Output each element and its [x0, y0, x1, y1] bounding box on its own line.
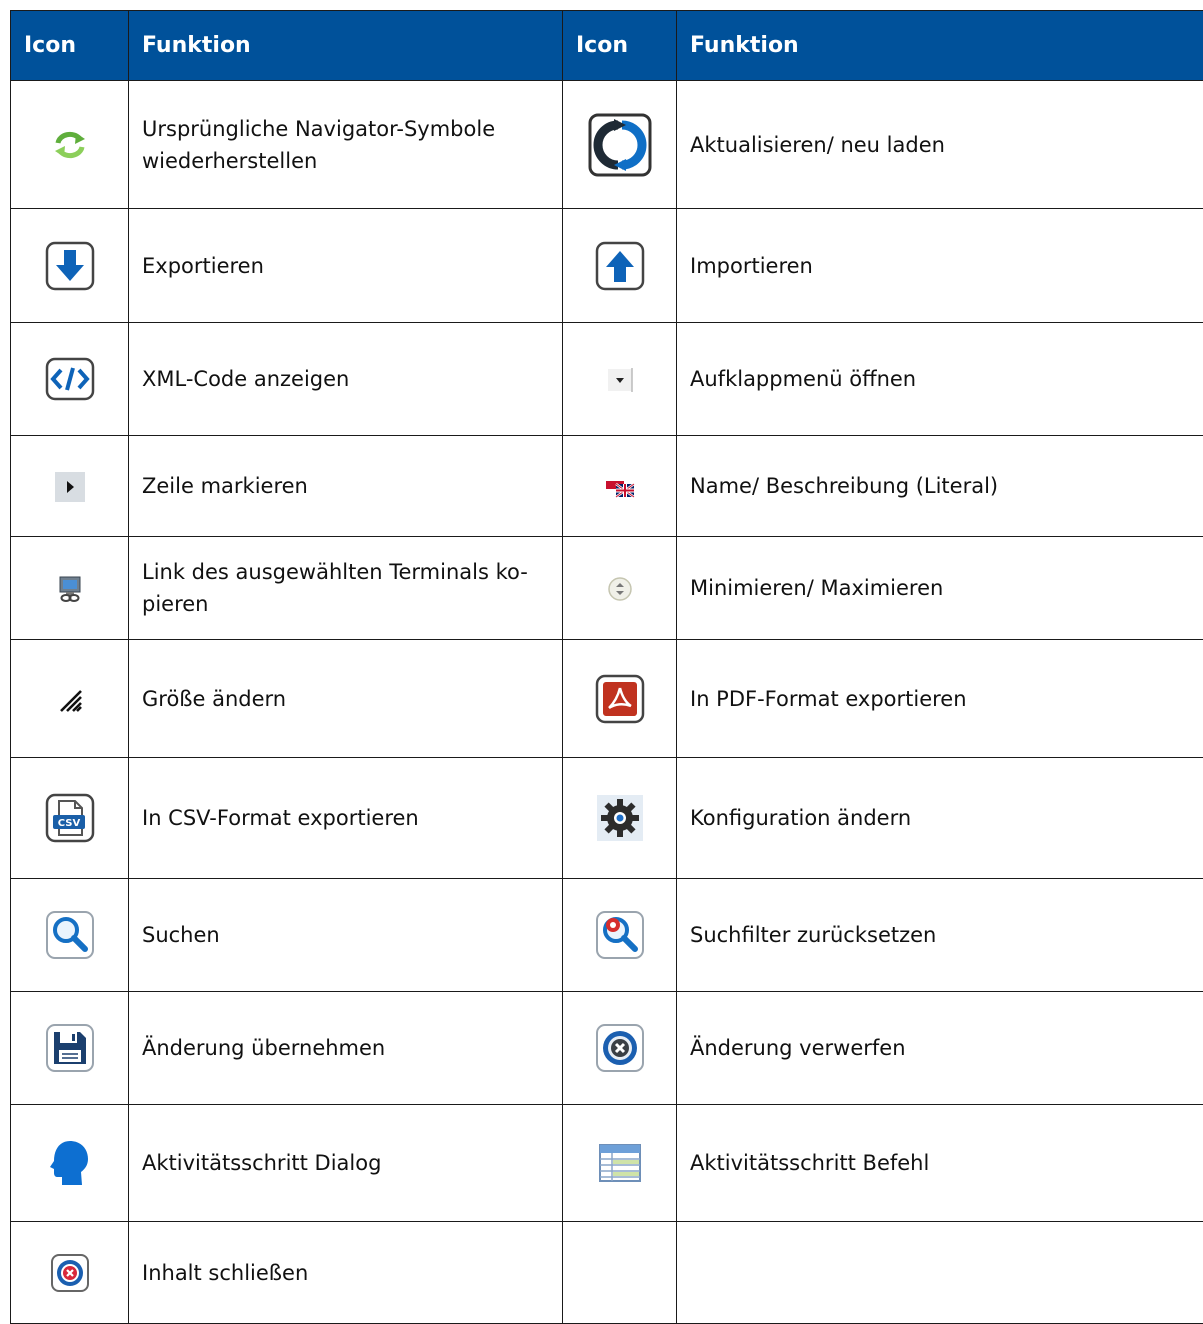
function-label: Größe ändern — [129, 640, 563, 758]
gear-icon — [596, 794, 644, 842]
function-label: In PDF-Format exportieren — [677, 640, 1203, 758]
function-label: Suchfilter zurücksetzen — [677, 879, 1203, 992]
empty-icon-cell — [563, 1222, 677, 1324]
table-row: Größe ändern In PDF-Format exportieren — [11, 640, 1203, 758]
header-icon-left: Icon — [11, 11, 129, 81]
search-icon — [45, 910, 95, 960]
function-label: Aufklappmenü öffnen — [677, 323, 1203, 436]
dropdown-arrow-icon — [607, 368, 633, 392]
command-table-icon — [598, 1143, 642, 1183]
save-icon — [45, 1023, 95, 1073]
export-arrow-down-icon — [45, 241, 95, 291]
function-label: Name/ Beschreibung (Literal) — [677, 436, 1203, 537]
discard-icon — [595, 1023, 645, 1073]
function-label: Aktivitätsschritt Befehl — [677, 1105, 1203, 1222]
function-label: Importieren — [677, 209, 1203, 323]
xml-code-icon — [45, 357, 95, 401]
table-row: Link des ausgewählten Terminals ko-piere… — [11, 537, 1203, 640]
table-row: Änderung übernehmen Änderung verwerfen — [11, 992, 1203, 1105]
table-row: Aktivitätsschritt Dialog Aktivitätsschri… — [11, 1105, 1203, 1222]
table-row: Inhalt schließen — [11, 1222, 1203, 1324]
function-label: Änderung verwerfen — [677, 992, 1203, 1105]
function-label: In CSV-Format exportieren — [129, 758, 563, 879]
function-label: Inhalt schließen — [129, 1222, 563, 1324]
function-label: Zeile markieren — [129, 436, 563, 537]
header-function-left: Funktion — [129, 11, 563, 81]
csv-export-icon: CSV — [45, 793, 95, 843]
pdf-export-icon — [595, 674, 645, 724]
table-row: Zeile markieren Name/ Beschreibung (Lite… — [11, 436, 1203, 537]
table-row: Suchen Suchfilter zurücksetzen — [11, 879, 1203, 992]
function-label: Aktivitätsschritt Dialog — [129, 1105, 563, 1222]
header-row: Icon Funktion Icon Funktion — [11, 11, 1203, 81]
table-row: Ursprüngliche Navigator-Symbole wiederhe… — [11, 81, 1203, 209]
header-icon-right: Icon — [563, 11, 677, 81]
function-label: Suchen — [129, 879, 563, 992]
row-marker-icon — [55, 472, 85, 502]
refresh-green-arrows-icon — [50, 128, 90, 162]
person-dialog-icon — [48, 1139, 92, 1187]
minimize-maximize-icon — [607, 576, 633, 602]
table-row: Exportieren Importieren — [11, 209, 1203, 323]
reset-search-filter-icon — [595, 910, 645, 960]
function-label: Minimieren/ Maximieren — [677, 537, 1203, 640]
function-label: XML-Code anzeigen — [129, 323, 563, 436]
function-label: Exportieren — [129, 209, 563, 323]
resize-grip-icon — [57, 687, 83, 713]
header-function-right: Funktion — [677, 11, 1203, 81]
function-label: Aktualisieren/ neu laden — [677, 81, 1203, 209]
function-label: Ursprüngliche Navigator-Symbole wiederhe… — [129, 81, 563, 209]
function-label: Konfiguration ändern — [677, 758, 1203, 879]
flags-icon — [605, 475, 635, 499]
table-row: XML-Code anzeigen Aufklappmenü öffnen — [11, 323, 1203, 436]
close-content-icon — [50, 1253, 90, 1293]
import-arrow-up-icon — [595, 241, 645, 291]
terminal-link-icon — [57, 575, 83, 603]
svg-text:CSV: CSV — [57, 818, 80, 829]
function-label: Änderung übernehmen — [129, 992, 563, 1105]
reload-icon — [588, 113, 652, 177]
function-label: Link des ausgewählten Terminals ko-piere… — [129, 537, 563, 640]
icon-function-table: Icon Funktion Icon Funktion Ursprünglich… — [10, 10, 1203, 1324]
table-row: CSV In CSV-Format exportieren Konfigurat… — [11, 758, 1203, 879]
empty-function-cell — [677, 1222, 1203, 1324]
